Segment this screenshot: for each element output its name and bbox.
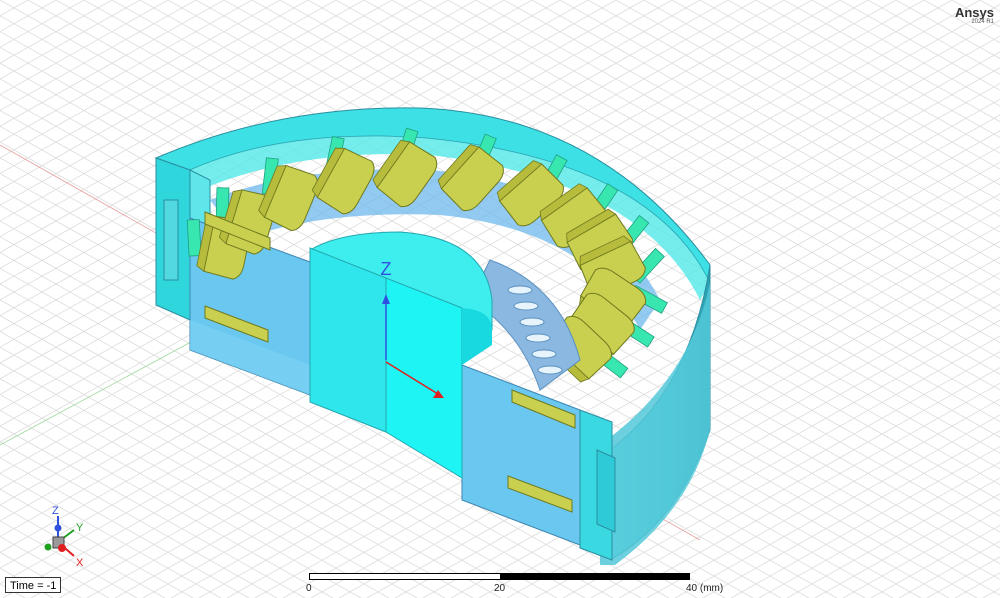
- brand-version: 2024 R1: [971, 19, 994, 25]
- stator-right-cut-face: [461, 364, 581, 546]
- rotor-slot: [519, 317, 545, 327]
- rotor-slot: [513, 301, 539, 311]
- scale-bar: [309, 573, 690, 580]
- scale-bar-fill: [500, 574, 690, 579]
- scale-label-0: 0: [306, 583, 312, 594]
- model-scene[interactable]: Z Z Y X: [0, 0, 1000, 598]
- orientation-triad[interactable]: Z Y X: [44, 505, 85, 569]
- shaft-cut-face-right: [385, 277, 463, 479]
- slot-liner: [186, 219, 202, 257]
- housing-right-outer-face: [596, 449, 616, 533]
- 3d-viewport[interactable]: Z Z Y X Ansys 2024 R1 Time = -1 0 20 40 …: [0, 0, 1000, 598]
- scale-label-40: 40 (mm): [686, 583, 724, 594]
- center-z-label: Z: [381, 259, 392, 279]
- rotor-slot: [531, 349, 557, 359]
- rotor-slot: [525, 333, 551, 343]
- triad-x-label: X: [76, 557, 84, 569]
- triad-y-label: Y: [76, 522, 84, 534]
- time-indicator: Time = -1: [5, 577, 62, 593]
- rotor-slot: [507, 285, 533, 295]
- scale-label-20: 20: [494, 583, 506, 594]
- shaft-cut-face-left: [309, 247, 387, 433]
- rotor-slot: [537, 365, 563, 375]
- brand-name: Ansys: [954, 5, 994, 20]
- housing-left-slot: [163, 199, 179, 281]
- triad-z-label: Z: [52, 505, 59, 517]
- brand-logo: Ansys 2024 R1: [955, 6, 994, 26]
